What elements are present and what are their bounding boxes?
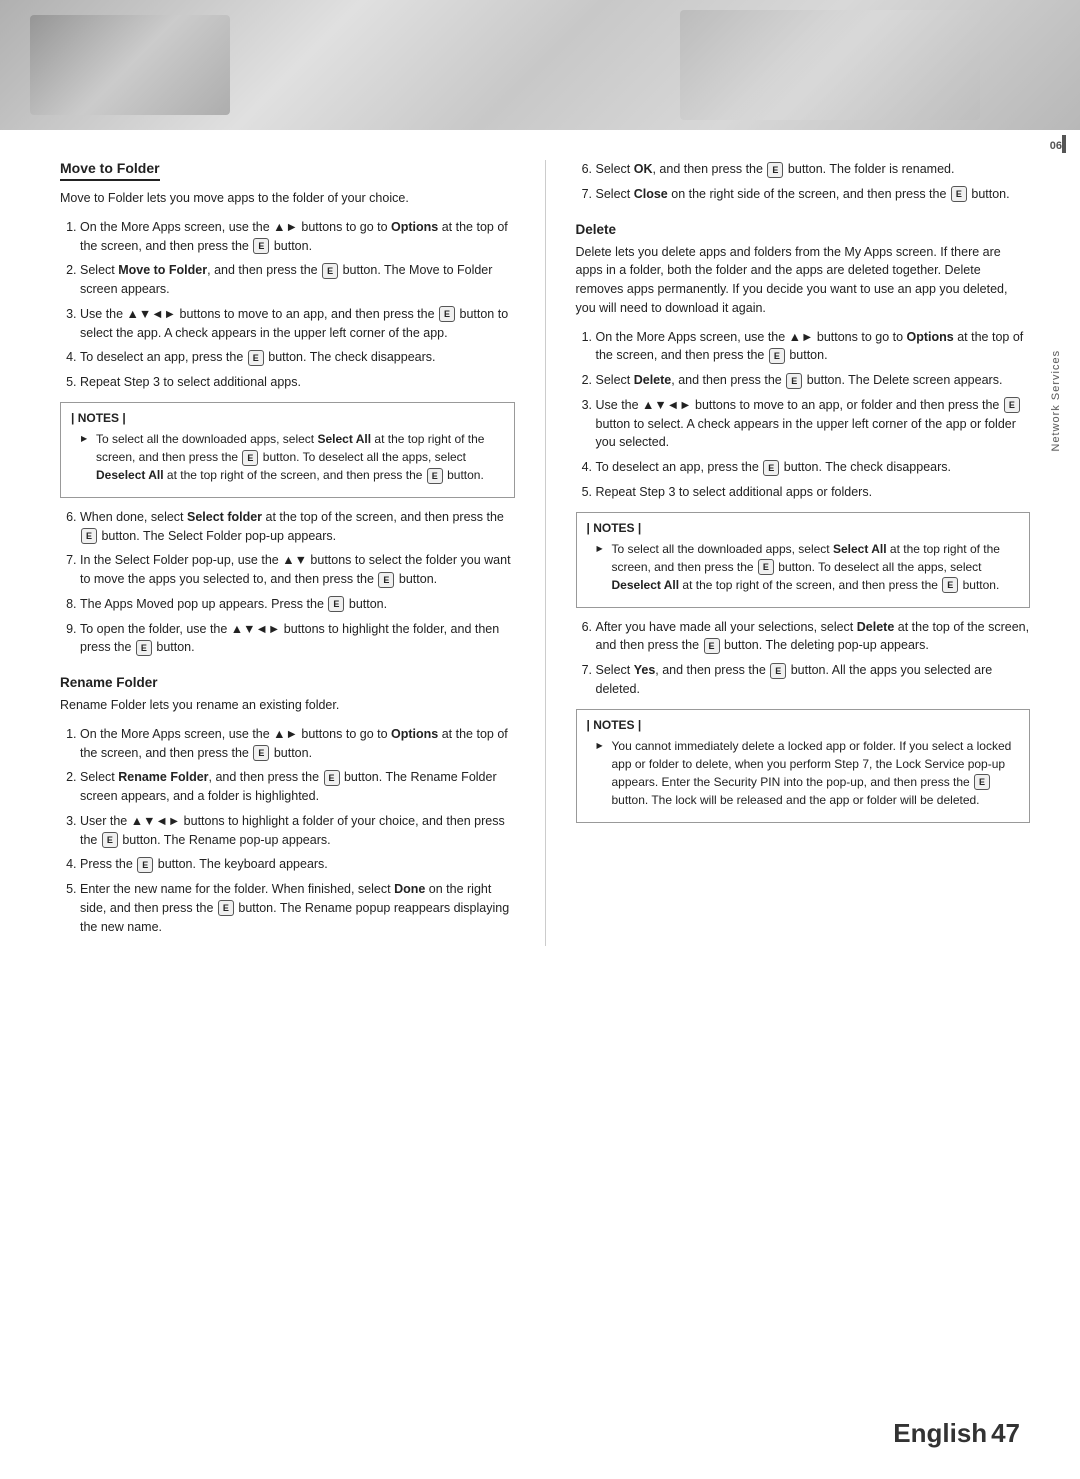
delete-title: Delete xyxy=(576,222,1031,237)
move-to-folder-steps-1: On the More Apps screen, use the ▲► butt… xyxy=(60,218,515,392)
footer-prefix: English xyxy=(893,1418,987,1448)
step-item: Select OK, and then press the E button. … xyxy=(596,160,1031,179)
step-item: On the More Apps screen, use the ▲► butt… xyxy=(80,218,515,256)
step-item: Select Close on the right side of the sc… xyxy=(596,185,1031,204)
chapter-number: 06 xyxy=(1050,140,1062,152)
step-item: To deselect an app, press the E button. … xyxy=(80,348,515,367)
button-icon: E xyxy=(786,373,802,389)
button-icon: E xyxy=(763,460,779,476)
notes-title-2: | NOTES | xyxy=(587,718,1020,732)
step-item: In the Select Folder pop-up, use the ▲▼ … xyxy=(80,551,515,589)
button-icon: E xyxy=(242,450,258,466)
delete-notes-2: | NOTES | You cannot immediately delete … xyxy=(576,709,1031,823)
step-item: On the More Apps screen, use the ▲► butt… xyxy=(596,328,1031,366)
button-icon: E xyxy=(253,238,269,254)
button-icon: E xyxy=(137,857,153,873)
note-item: To select all the downloaded apps, selec… xyxy=(86,430,504,484)
rename-folder-title: Rename Folder xyxy=(60,675,515,690)
button-icon: E xyxy=(136,640,152,656)
step-item: To open the folder, use the ▲▼◄► buttons… xyxy=(80,620,515,658)
step-item: The Apps Moved pop up appears. Press the… xyxy=(80,595,515,614)
notes-title: | NOTES | xyxy=(587,521,1020,535)
button-icon: E xyxy=(218,900,234,916)
step-item: Enter the new name for the folder. When … xyxy=(80,880,515,936)
rename-folder-intro: Rename Folder lets you rename an existin… xyxy=(60,696,515,715)
step-item: Select Rename Folder, and then press the… xyxy=(80,768,515,806)
button-icon: E xyxy=(248,350,264,366)
step-item: Select Move to Folder, and then press th… xyxy=(80,261,515,299)
button-icon: E xyxy=(767,162,783,178)
move-to-folder-intro: Move to Folder lets you move apps to the… xyxy=(60,189,515,208)
rename-folder-steps-cont: Select OK, and then press the E button. … xyxy=(576,160,1031,204)
button-icon: E xyxy=(942,577,958,593)
button-icon: E xyxy=(974,774,990,790)
rename-folder-continued: Select OK, and then press the E button. … xyxy=(576,160,1031,204)
right-column: Select OK, and then press the E button. … xyxy=(546,160,1031,946)
move-to-folder-section: Move to Folder Move to Folder lets you m… xyxy=(60,160,515,657)
step-item: Press the E button. The keyboard appears… xyxy=(80,855,515,874)
note-item: To select all the downloaded apps, selec… xyxy=(602,540,1020,594)
note-item: You cannot immediately delete a locked a… xyxy=(602,737,1020,809)
left-column: Move to Folder Move to Folder lets you m… xyxy=(60,160,546,946)
delete-intro: Delete lets you delete apps and folders … xyxy=(576,243,1031,318)
step-item: On the More Apps screen, use the ▲► butt… xyxy=(80,725,515,763)
button-icon: E xyxy=(439,306,455,322)
move-to-folder-notes: | NOTES | To select all the downloaded a… xyxy=(60,402,515,498)
button-icon: E xyxy=(328,596,344,612)
move-to-folder-title: Move to Folder xyxy=(60,160,160,181)
button-icon: E xyxy=(770,663,786,679)
delete-section: Delete Delete lets you delete apps and f… xyxy=(576,222,1031,823)
step-item: To deselect an app, press the E button. … xyxy=(596,458,1031,477)
step-item: When done, select Select folder at the t… xyxy=(80,508,515,546)
move-to-folder-steps-2: When done, select Select folder at the t… xyxy=(60,508,515,657)
step-item: After you have made all your selections,… xyxy=(596,618,1031,656)
chapter-bar xyxy=(1062,135,1066,153)
step-item: User the ▲▼◄► buttons to highlight a fol… xyxy=(80,812,515,850)
step-item: Select Yes, and then press the E button.… xyxy=(596,661,1031,699)
step-item: Select Delete, and then press the E butt… xyxy=(596,371,1031,390)
button-icon: E xyxy=(378,572,394,588)
button-icon: E xyxy=(253,745,269,761)
button-icon: E xyxy=(704,638,720,654)
button-icon: E xyxy=(769,348,785,364)
button-icon: E xyxy=(427,468,443,484)
step-item: Use the ▲▼◄► buttons to move to an app, … xyxy=(80,305,515,343)
button-icon: E xyxy=(102,832,118,848)
rename-folder-steps: On the More Apps screen, use the ▲► butt… xyxy=(60,725,515,937)
button-icon: E xyxy=(1004,397,1020,413)
delete-steps-1: On the More Apps screen, use the ▲► butt… xyxy=(576,328,1031,502)
rename-folder-section: Rename Folder Rename Folder lets you ren… xyxy=(60,675,515,936)
step-item: Use the ▲▼◄► buttons to move to an app, … xyxy=(596,396,1031,452)
page-footer: English 47 xyxy=(893,1418,1020,1449)
button-icon: E xyxy=(951,186,967,202)
step-item: Repeat Step 3 to select additional apps … xyxy=(596,483,1031,502)
page-number: 47 xyxy=(991,1418,1020,1448)
step-item: Repeat Step 3 to select additional apps. xyxy=(80,373,515,392)
network-services-label: Network Services xyxy=(1050,350,1062,452)
button-icon: E xyxy=(322,263,338,279)
header-banner xyxy=(0,0,1080,130)
button-icon: E xyxy=(324,770,340,786)
delete-notes-1: | NOTES | To select all the downloaded a… xyxy=(576,512,1031,608)
button-icon: E xyxy=(758,559,774,575)
notes-title: | NOTES | xyxy=(71,411,504,425)
button-icon: E xyxy=(81,528,97,544)
delete-steps-2: After you have made all your selections,… xyxy=(576,618,1031,699)
